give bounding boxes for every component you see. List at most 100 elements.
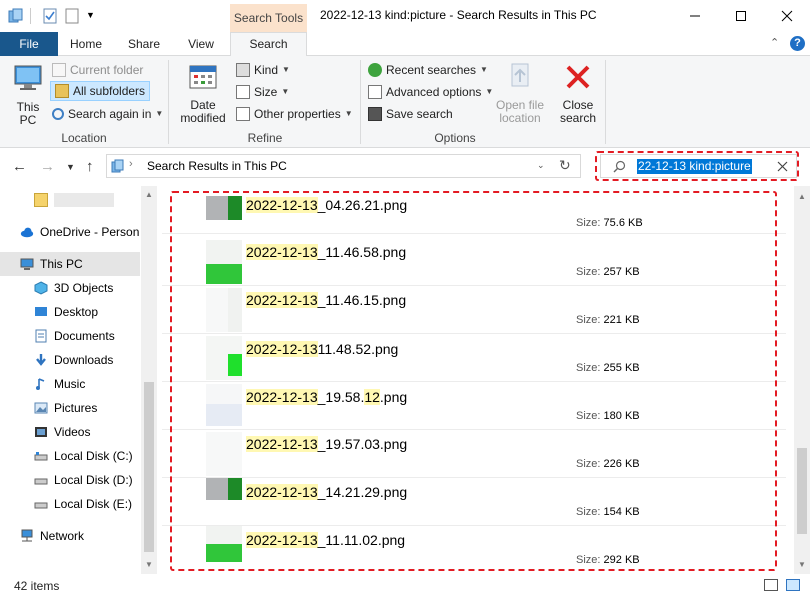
date-modified-label: Date modified	[180, 98, 226, 125]
open-file-location-label: Open file location	[495, 98, 545, 125]
open-file-location-icon	[511, 63, 529, 87]
close-search-button[interactable]: Close search	[556, 62, 600, 125]
size-icon	[236, 85, 250, 99]
computer-icon	[20, 258, 34, 270]
chevron-down-icon: ▼	[282, 65, 290, 74]
maximize-icon	[736, 11, 746, 21]
up-arrow-icon[interactable]: ↑	[86, 158, 94, 175]
this-pc-button[interactable]: This PC	[8, 62, 48, 127]
kind-button[interactable]: Kind ▼	[236, 60, 290, 80]
pictures-icon	[34, 402, 48, 414]
nav-item-folder[interactable]	[0, 188, 140, 212]
window-title: 2022-12-13 kind:picture - Search Results…	[320, 8, 597, 22]
results-highlight	[170, 191, 777, 571]
nav-item-local-disk-e[interactable]: Local Disk (E:)	[0, 492, 140, 516]
close-button[interactable]	[764, 0, 810, 32]
all-subfolders-button[interactable]: All subfolders	[50, 81, 151, 101]
nav-pane-scrollbar[interactable]: ▲ ▼	[141, 186, 157, 574]
back-arrow-icon[interactable]: ←	[12, 158, 27, 175]
search-again-in-button[interactable]: Search again in ▼	[52, 104, 163, 124]
recent-searches-label: Recent searches	[386, 63, 477, 77]
recent-locations-icon[interactable]: ▼	[66, 162, 75, 172]
tab-view[interactable]: View	[178, 32, 224, 56]
size-label: Size	[254, 85, 278, 99]
blurred-folder-name	[54, 193, 114, 207]
all-subfolders-label: All subfolders	[73, 84, 146, 98]
nav-item-videos[interactable]: Videos	[0, 420, 140, 444]
properties-icon[interactable]	[42, 8, 58, 24]
new-folder-icon[interactable]	[64, 8, 80, 24]
folder-icon	[34, 193, 48, 207]
large-icons-view-icon[interactable]	[786, 579, 800, 591]
tab-file[interactable]: File	[0, 32, 58, 56]
nav-item-3d-objects[interactable]: 3D Objects	[0, 276, 140, 300]
refresh-icon[interactable]: ↻	[559, 157, 571, 174]
search-tools-context-tab: Search Tools	[230, 4, 307, 32]
nav-item-local-disk-d[interactable]: Local Disk (D:)	[0, 468, 140, 492]
address-row: ← → ▼ ↑ › Search Results in This PC ⌄ ↻ …	[0, 148, 810, 186]
breadcrumb-separator-icon: ›	[129, 158, 133, 170]
navigation-pane: OneDrive - Person This PC 3D Objects Des…	[0, 186, 158, 574]
kind-icon	[236, 63, 250, 77]
tab-search[interactable]: Search	[230, 32, 307, 57]
results-scroll-thumb[interactable]	[797, 448, 807, 534]
save-icon	[368, 107, 382, 121]
nav-item-label: Documents	[54, 329, 115, 343]
nav-item-label: OneDrive - Person	[40, 225, 140, 239]
nav-item-pictures[interactable]: Pictures	[0, 396, 140, 420]
customize-quick-access-icon[interactable]: ▼	[86, 10, 102, 26]
nav-item-music[interactable]: Music	[0, 372, 140, 396]
close-search-icon	[566, 65, 590, 89]
status-bar: 42 items	[0, 574, 810, 598]
ribbon-tabs: File Home Share View Search ⌃ ?	[0, 32, 810, 57]
nav-item-desktop[interactable]: Desktop	[0, 300, 140, 324]
explorer-icon[interactable]	[8, 8, 24, 24]
scroll-down-icon[interactable]: ▼	[798, 560, 806, 569]
date-modified-button[interactable]: Date modified	[172, 62, 234, 125]
music-icon	[36, 378, 45, 390]
nav-item-this-pc[interactable]: This PC	[0, 252, 140, 276]
this-pc-label: This PC	[16, 100, 40, 127]
advanced-options-button[interactable]: Advanced options ▼	[368, 82, 493, 102]
chevron-up-icon[interactable]: ⌃	[770, 36, 779, 49]
address-path: Search Results in This PC	[147, 159, 287, 173]
documents-icon	[35, 329, 47, 343]
scroll-down-icon[interactable]: ▼	[145, 560, 153, 569]
recent-searches-button[interactable]: Recent searches ▼	[368, 60, 488, 80]
scroll-up-icon[interactable]: ▲	[145, 190, 153, 199]
group-separator	[168, 60, 169, 144]
nav-item-label: Pictures	[54, 401, 98, 415]
nav-item-local-disk-c[interactable]: Local Disk (C:)	[0, 444, 140, 468]
search-icon	[52, 108, 64, 120]
current-folder-label: Current folder	[70, 63, 144, 77]
minimize-button[interactable]	[672, 0, 718, 32]
details-view-icon[interactable]	[764, 579, 778, 591]
results-scrollbar[interactable]: ▲ ▼	[794, 186, 810, 574]
nav-item-label: Desktop	[54, 305, 99, 319]
tab-share[interactable]: Share	[120, 32, 168, 56]
computer-icon	[14, 65, 42, 90]
tab-home[interactable]: Home	[62, 32, 110, 56]
address-bar[interactable]: › Search Results in This PC ⌄ ↻	[106, 154, 581, 178]
save-search-button[interactable]: Save search	[368, 104, 453, 124]
folder-icon	[52, 63, 66, 77]
current-folder-button[interactable]: Current folder	[52, 60, 143, 80]
maximize-button[interactable]	[718, 0, 764, 32]
forward-arrow-icon[interactable]: →	[40, 158, 55, 175]
other-properties-button[interactable]: Other properties ▼	[236, 104, 353, 124]
nav-item-downloads[interactable]: Downloads	[0, 348, 140, 372]
scroll-up-icon[interactable]: ▲	[798, 192, 806, 201]
help-icon[interactable]: ?	[790, 36, 805, 51]
location-group-label: Location	[61, 131, 107, 145]
address-history-icon[interactable]: ⌄	[537, 160, 545, 171]
nav-item-documents[interactable]: Documents	[0, 324, 140, 348]
nav-pane-scroll-thumb[interactable]	[144, 382, 154, 552]
size-button[interactable]: Size ▼	[236, 82, 289, 102]
nav-item-label: Downloads	[54, 353, 114, 367]
calendar-icon	[189, 65, 217, 89]
nav-item-label: Local Disk (E:)	[54, 497, 133, 511]
open-file-location-button[interactable]: Open file location	[492, 62, 548, 125]
nav-item-onedrive[interactable]: OneDrive - Person	[0, 220, 140, 244]
nav-item-network[interactable]: Network	[0, 524, 140, 548]
search-again-in-label: Search again in	[68, 107, 152, 121]
